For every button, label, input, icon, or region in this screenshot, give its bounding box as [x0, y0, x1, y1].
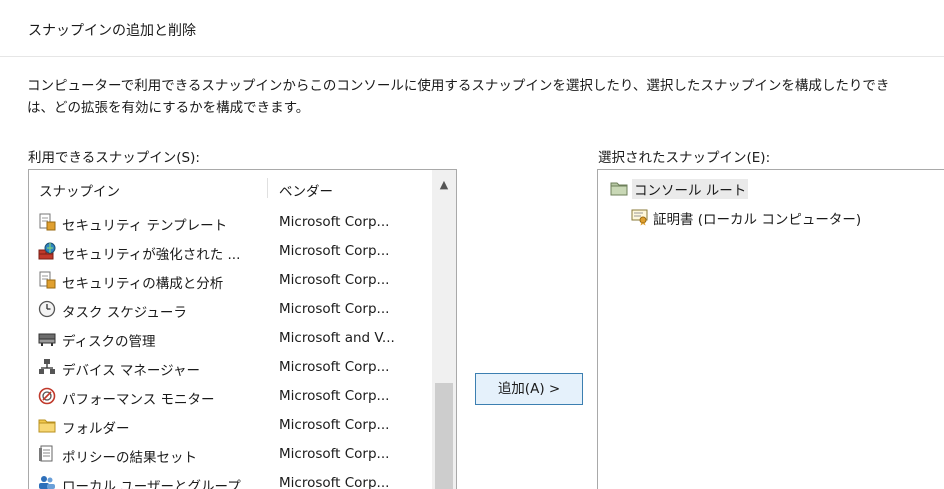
snapin-vendor: Microsoft Corp...	[279, 359, 390, 375]
security-config-icon	[38, 271, 56, 289]
snapin-rows: セキュリティ テンプレート Microsoft Corp... セキュリティが強…	[29, 208, 432, 489]
snapin-name: ローカル ユーザーとグループ	[62, 479, 241, 489]
available-snapins-label: 利用できるスナップイン(S):	[28, 150, 200, 166]
folder-icon	[38, 416, 56, 434]
snapin-vendor: Microsoft Corp...	[279, 417, 390, 433]
scroll-thumb[interactable]	[435, 383, 453, 489]
snapin-name: ポリシーの結果セット	[62, 450, 197, 466]
snapin-vendor: Microsoft and V...	[279, 330, 395, 346]
snapin-vendor: Microsoft Corp...	[279, 272, 390, 288]
description-line-2: は、どの拡張を有効にするかを構成できます。	[27, 100, 310, 116]
snapin-row[interactable]: セキュリティ テンプレート Microsoft Corp...	[29, 208, 432, 237]
snapin-vendor: Microsoft Corp...	[279, 301, 390, 317]
snapin-vendor: Microsoft Corp...	[279, 214, 390, 230]
column-header-vendor[interactable]: ベンダー	[279, 180, 333, 200]
snapin-vendor: Microsoft Corp...	[279, 388, 390, 404]
list-header: スナップイン ベンダー	[29, 170, 432, 204]
snapin-row[interactable]: デバイス マネージャー Microsoft Corp...	[29, 353, 432, 382]
column-divider[interactable]	[267, 178, 268, 198]
column-header-snapin[interactable]: スナップイン	[39, 180, 120, 200]
snapin-name: セキュリティの構成と分析	[62, 276, 224, 292]
tree-node-label: 証明書 (ローカル コンピューター)	[653, 212, 862, 228]
snapin-row[interactable]: ディスクの管理 Microsoft and V...	[29, 324, 432, 353]
dialog-title: スナップインの追加と削除	[28, 23, 196, 39]
snapin-row[interactable]: セキュリティの構成と分析 Microsoft Corp...	[29, 266, 432, 295]
tree-node-label: コンソール ルート	[632, 179, 749, 199]
users-icon	[38, 474, 56, 489]
dialog-description: コンピューターで利用できるスナップインからこのコンソールに使用するスナップインを…	[27, 75, 944, 119]
dialog-title-bar: スナップインの追加と削除	[0, 0, 944, 57]
snapin-row[interactable]: パフォーマンス モニター Microsoft Corp...	[29, 382, 432, 411]
snapin-name: セキュリティが強化された ...	[62, 247, 241, 263]
device-manager-icon	[38, 358, 56, 376]
policy-icon	[38, 445, 56, 463]
snapin-row[interactable]: ローカル ユーザーとグループ Microsoft Corp...	[29, 469, 432, 489]
snapin-name: タスク スケジューラ	[62, 305, 187, 321]
certificate-icon	[631, 208, 649, 226]
list-scrollbar[interactable]: ▲	[432, 170, 456, 489]
description-line-1: コンピューターで利用できるスナップインからこのコンソールに使用するスナップインを…	[27, 78, 890, 94]
snapin-row[interactable]: フォルダー Microsoft Corp...	[29, 411, 432, 440]
performance-icon	[38, 387, 56, 405]
snapin-row[interactable]: タスク スケジューラ Microsoft Corp...	[29, 295, 432, 324]
clock-icon	[38, 300, 56, 318]
disk-icon	[38, 329, 56, 347]
snapin-name: デバイス マネージャー	[62, 363, 200, 379]
snapin-vendor: Microsoft Corp...	[279, 243, 390, 259]
console-root-icon	[610, 179, 628, 197]
selected-snapins-label: 選択されたスナップイン(E):	[598, 150, 771, 166]
available-snapins-list[interactable]: スナップイン ベンダー セキュリティ テンプレート Microsoft Corp…	[28, 169, 457, 489]
snapin-name: フォルダー	[62, 421, 130, 437]
snapin-name: セキュリティ テンプレート	[62, 218, 228, 234]
selected-snapins-tree[interactable]: コンソール ルート 証明書 (ローカル コンピューター)	[597, 169, 944, 489]
snapin-name: パフォーマンス モニター	[62, 392, 215, 408]
snapin-row[interactable]: ポリシーの結果セット Microsoft Corp...	[29, 440, 432, 469]
snapin-vendor: Microsoft Corp...	[279, 446, 390, 462]
snapin-row[interactable]: セキュリティが強化された ... Microsoft Corp...	[29, 237, 432, 266]
snapin-vendor: Microsoft Corp...	[279, 475, 390, 489]
add-button[interactable]: 追加(A) >	[475, 373, 583, 405]
snapin-name: ディスクの管理	[62, 334, 156, 350]
scroll-up-arrow-icon[interactable]: ▲	[432, 176, 456, 194]
security-template-icon	[38, 213, 56, 231]
firewall-icon	[38, 242, 56, 260]
